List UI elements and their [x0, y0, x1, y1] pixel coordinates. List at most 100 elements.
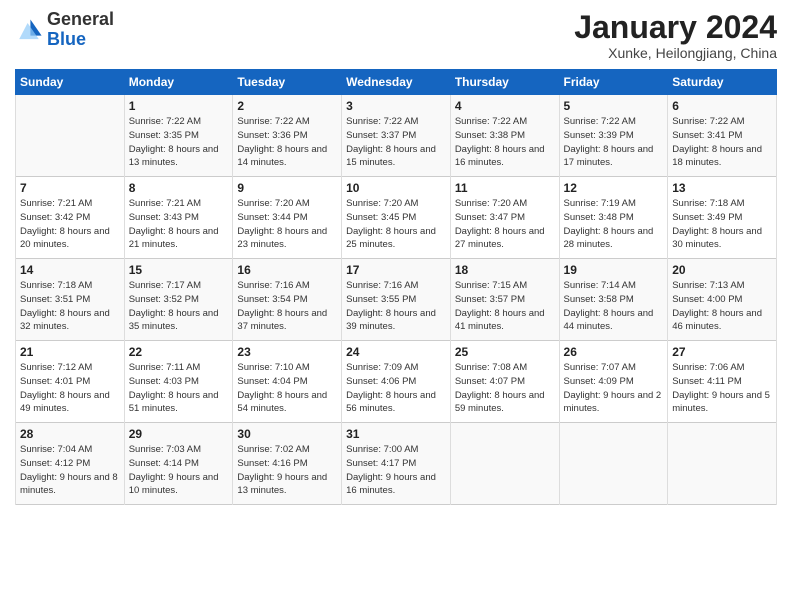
- calendar-table: SundayMondayTuesdayWednesdayThursdayFrid…: [15, 69, 777, 505]
- day-number: 15: [129, 263, 229, 277]
- logo-line2: Blue: [47, 29, 86, 49]
- day-info: Sunrise: 7:22 AM Sunset: 3:39 PM Dayligh…: [564, 115, 664, 170]
- day-number: 17: [346, 263, 446, 277]
- calendar-cell: 11 Sunrise: 7:20 AM Sunset: 3:47 PM Dayli…: [450, 177, 559, 259]
- day-number: 9: [237, 181, 337, 195]
- calendar-cell: 8Sunrise: 7:21 AM Sunset: 3:43 PM Daylig…: [124, 177, 233, 259]
- day-info: Sunrise: 7:10 AM Sunset: 4:04 PM Dayligh…: [237, 361, 337, 416]
- calendar-cell: 13Sunrise: 7:18 AM Sunset: 3:49 PM Dayli…: [668, 177, 777, 259]
- calendar-cell: 6Sunrise: 7:22 AM Sunset: 3:41 PM Daylig…: [668, 95, 777, 177]
- day-info: Sunrise: 7:20 AM Sunset: 3:47 PM Dayligh…: [455, 197, 555, 252]
- calendar-cell: 12 Sunrise: 7:19 AM Sunset: 3:48 PM Dayli…: [559, 177, 668, 259]
- day-number: 28: [20, 427, 120, 441]
- logo-line1: General: [47, 9, 114, 29]
- day-number: 14: [20, 263, 120, 277]
- calendar-cell: 9Sunrise: 7:20 AM Sunset: 3:44 PM Daylig…: [233, 177, 342, 259]
- day-number: 16: [237, 263, 337, 277]
- week-row-4: 21Sunrise: 7:12 AM Sunset: 4:01 PM Dayli…: [16, 341, 777, 423]
- logo: General Blue: [15, 10, 114, 50]
- day-number: 7: [20, 181, 120, 195]
- calendar-cell: 15 Sunrise: 7:17 AM Sunset: 3:52 PM Dayli…: [124, 259, 233, 341]
- day-info: Sunrise: 7:20 AM Sunset: 3:45 PM Dayligh…: [346, 197, 446, 252]
- logo-text: General Blue: [47, 10, 114, 50]
- day-number: 30: [237, 427, 337, 441]
- header-day-saturday: Saturday: [668, 70, 777, 95]
- calendar-cell: 18 Sunrise: 7:15 AM Sunset: 3:57 PM Dayli…: [450, 259, 559, 341]
- day-info: Sunrise: 7:22 AM Sunset: 3:41 PM Dayligh…: [672, 115, 772, 170]
- day-info: Sunrise: 7:12 AM Sunset: 4:01 PM Dayligh…: [20, 361, 120, 416]
- location-subtitle: Xunke, Heilongjiang, China: [574, 45, 777, 61]
- day-info: Sunrise: 7:14 AM Sunset: 3:58 PM Dayligh…: [564, 279, 664, 334]
- calendar-cell: 4 Sunrise: 7:22 AM Sunset: 3:38 PM Daylig…: [450, 95, 559, 177]
- day-info: Sunrise: 7:02 AM Sunset: 4:16 PM Dayligh…: [237, 443, 337, 498]
- day-number: 19: [564, 263, 664, 277]
- calendar-cell: 10 Sunrise: 7:20 AM Sunset: 3:45 PM Dayli…: [342, 177, 451, 259]
- calendar-cell: [16, 95, 125, 177]
- day-number: 31: [346, 427, 446, 441]
- day-number: 10: [346, 181, 446, 195]
- day-info: Sunrise: 7:08 AM Sunset: 4:07 PM Dayligh…: [455, 361, 555, 416]
- month-title: January 2024: [574, 10, 777, 45]
- day-number: 22: [129, 345, 229, 359]
- day-info: Sunrise: 7:00 AM Sunset: 4:17 PM Dayligh…: [346, 443, 446, 498]
- day-info: Sunrise: 7:16 AM Sunset: 3:55 PM Dayligh…: [346, 279, 446, 334]
- header-row: SundayMondayTuesdayWednesdayThursdayFrid…: [16, 70, 777, 95]
- calendar-cell: 20Sunrise: 7:13 AM Sunset: 4:00 PM Dayli…: [668, 259, 777, 341]
- day-info: Sunrise: 7:22 AM Sunset: 3:36 PM Dayligh…: [237, 115, 337, 170]
- day-number: 2: [237, 99, 337, 113]
- calendar-cell: 30 Sunrise: 7:02 AM Sunset: 4:16 PM Dayli…: [233, 423, 342, 505]
- calendar-body: 1Sunrise: 7:22 AM Sunset: 3:35 PM Daylig…: [16, 95, 777, 505]
- day-number: 24: [346, 345, 446, 359]
- calendar-header: SundayMondayTuesdayWednesdayThursdayFrid…: [16, 70, 777, 95]
- day-info: Sunrise: 7:13 AM Sunset: 4:00 PM Dayligh…: [672, 279, 772, 334]
- day-info: Sunrise: 7:03 AM Sunset: 4:14 PM Dayligh…: [129, 443, 229, 498]
- day-info: Sunrise: 7:19 AM Sunset: 3:48 PM Dayligh…: [564, 197, 664, 252]
- header-day-wednesday: Wednesday: [342, 70, 451, 95]
- week-row-2: 7 Sunrise: 7:21 AM Sunset: 3:42 PM Daylig…: [16, 177, 777, 259]
- day-info: Sunrise: 7:18 AM Sunset: 3:51 PM Dayligh…: [20, 279, 120, 334]
- day-info: Sunrise: 7:22 AM Sunset: 3:35 PM Dayligh…: [129, 115, 229, 170]
- calendar-cell: 22Sunrise: 7:11 AM Sunset: 4:03 PM Dayli…: [124, 341, 233, 423]
- week-row-1: 1Sunrise: 7:22 AM Sunset: 3:35 PM Daylig…: [16, 95, 777, 177]
- day-info: Sunrise: 7:22 AM Sunset: 3:38 PM Dayligh…: [455, 115, 555, 170]
- day-number: 12: [564, 181, 664, 195]
- calendar-cell: 5 Sunrise: 7:22 AM Sunset: 3:39 PM Daylig…: [559, 95, 668, 177]
- day-info: Sunrise: 7:17 AM Sunset: 3:52 PM Dayligh…: [129, 279, 229, 334]
- day-info: Sunrise: 7:15 AM Sunset: 3:57 PM Dayligh…: [455, 279, 555, 334]
- day-info: Sunrise: 7:18 AM Sunset: 3:49 PM Dayligh…: [672, 197, 772, 252]
- day-info: Sunrise: 7:21 AM Sunset: 3:42 PM Dayligh…: [20, 197, 120, 252]
- calendar-cell: 16 Sunrise: 7:16 AM Sunset: 3:54 PM Dayli…: [233, 259, 342, 341]
- calendar-cell: 23Sunrise: 7:10 AM Sunset: 4:04 PM Dayli…: [233, 341, 342, 423]
- day-info: Sunrise: 7:04 AM Sunset: 4:12 PM Dayligh…: [20, 443, 120, 498]
- calendar-cell: [668, 423, 777, 505]
- day-number: 26: [564, 345, 664, 359]
- day-number: 3: [346, 99, 446, 113]
- day-info: Sunrise: 7:22 AM Sunset: 3:37 PM Dayligh…: [346, 115, 446, 170]
- calendar-cell: [559, 423, 668, 505]
- day-info: Sunrise: 7:21 AM Sunset: 3:43 PM Dayligh…: [129, 197, 229, 252]
- day-number: 11: [455, 181, 555, 195]
- calendar-cell: 19 Sunrise: 7:14 AM Sunset: 3:58 PM Dayli…: [559, 259, 668, 341]
- calendar-cell: [450, 423, 559, 505]
- calendar-cell: 28 Sunrise: 7:04 AM Sunset: 4:12 PM Dayli…: [16, 423, 125, 505]
- week-row-5: 28 Sunrise: 7:04 AM Sunset: 4:12 PM Dayli…: [16, 423, 777, 505]
- calendar-cell: 14 Sunrise: 7:18 AM Sunset: 3:51 PM Dayli…: [16, 259, 125, 341]
- day-number: 5: [564, 99, 664, 113]
- calendar-cell: 26Sunrise: 7:07 AM Sunset: 4:09 PM Dayli…: [559, 341, 668, 423]
- calendar-cell: 25 Sunrise: 7:08 AM Sunset: 4:07 PM Dayli…: [450, 341, 559, 423]
- page-container: General Blue January 2024 Xunke, Heilong…: [0, 0, 792, 612]
- day-info: Sunrise: 7:16 AM Sunset: 3:54 PM Dayligh…: [237, 279, 337, 334]
- header-day-thursday: Thursday: [450, 70, 559, 95]
- calendar-cell: 2 Sunrise: 7:22 AM Sunset: 3:36 PM Daylig…: [233, 95, 342, 177]
- day-number: 25: [455, 345, 555, 359]
- day-number: 4: [455, 99, 555, 113]
- header: General Blue January 2024 Xunke, Heilong…: [15, 10, 777, 61]
- day-number: 18: [455, 263, 555, 277]
- calendar-cell: 7 Sunrise: 7:21 AM Sunset: 3:42 PM Daylig…: [16, 177, 125, 259]
- calendar-cell: 1Sunrise: 7:22 AM Sunset: 3:35 PM Daylig…: [124, 95, 233, 177]
- calendar-cell: 27Sunrise: 7:06 AM Sunset: 4:11 PM Dayli…: [668, 341, 777, 423]
- header-day-monday: Monday: [124, 70, 233, 95]
- header-day-friday: Friday: [559, 70, 668, 95]
- calendar-cell: 3 Sunrise: 7:22 AM Sunset: 3:37 PM Daylig…: [342, 95, 451, 177]
- day-number: 27: [672, 345, 772, 359]
